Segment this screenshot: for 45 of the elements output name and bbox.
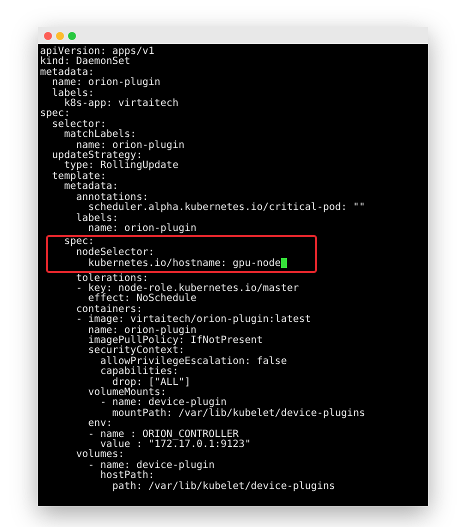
window-button[interactable] xyxy=(56,32,64,40)
code-line: - name: device-plugin xyxy=(87,460,215,471)
code-line: mountPath: /var/lib/kubelet/device-plugins xyxy=(111,408,366,420)
code-line: matchLabels: xyxy=(63,130,136,140)
code-line: - name : ORION_CONTROLLER xyxy=(87,430,239,440)
code-line: apiVersion: apps/v1 xyxy=(40,47,154,57)
code-line: env: xyxy=(87,419,112,430)
code-line: k8s-app: virtaitech xyxy=(63,99,178,110)
code-line: effect: NoSchedule xyxy=(88,294,197,304)
code-line: drop: ["ALL"] xyxy=(112,378,191,388)
code-line: spec: xyxy=(40,109,70,120)
window-button[interactable] xyxy=(68,32,76,40)
code-line: name: orion-plugin xyxy=(87,224,197,234)
code-line: metadata: xyxy=(40,68,94,78)
code-line: name: orion-plugin xyxy=(76,140,184,151)
code-line: securityContext: xyxy=(87,346,184,356)
code-line: name: orion-plugin xyxy=(51,78,160,88)
code-line: metadata: xyxy=(64,182,118,192)
window-button[interactable] xyxy=(44,32,52,40)
code-line: - image: virtaitech/orion-plugin:latest xyxy=(75,315,311,326)
code-line: selector: xyxy=(51,120,106,130)
code-line: volumeMounts: xyxy=(87,388,166,398)
code-line: template: xyxy=(51,172,106,182)
code-line: - key: node-role.kubernetes.io/master xyxy=(75,284,299,294)
code-line: spec: xyxy=(63,237,94,248)
code-line: - name: device-plugin xyxy=(99,398,227,408)
code-line: nodeSelector: xyxy=(75,248,154,258)
code-line: labels: xyxy=(75,214,118,224)
code-line: value : "172.17.0.1:9123" xyxy=(100,440,251,450)
code-line: hostPath: xyxy=(99,471,154,482)
code-line: imagePullPolicy: IfNotPresent xyxy=(87,336,263,346)
code-line: updateStrategy: xyxy=(51,151,142,162)
code-line: type: RollingUpdate xyxy=(64,161,178,172)
code-line: tolerations: xyxy=(75,274,148,284)
code-line: containers: xyxy=(75,304,142,315)
code-line: name: orion-plugin xyxy=(87,326,197,336)
code-line: annotations: xyxy=(75,192,148,203)
code-line: kind: DaemonSet xyxy=(40,57,130,68)
code-line: allowPrivilegeEscalation: false xyxy=(99,356,287,367)
code-line: capabilities: xyxy=(99,367,178,378)
code-line: kubernetes.io/hostname: gpu-node xyxy=(40,258,287,270)
code-line: labels: xyxy=(51,88,94,99)
code-line: path: /var/lib/kubelet/device-plugins xyxy=(111,482,336,492)
code-line: volumes: xyxy=(75,450,124,461)
code-line: scheduler.alpha.kubernetes.io/critical-pod: "" xyxy=(88,203,366,214)
